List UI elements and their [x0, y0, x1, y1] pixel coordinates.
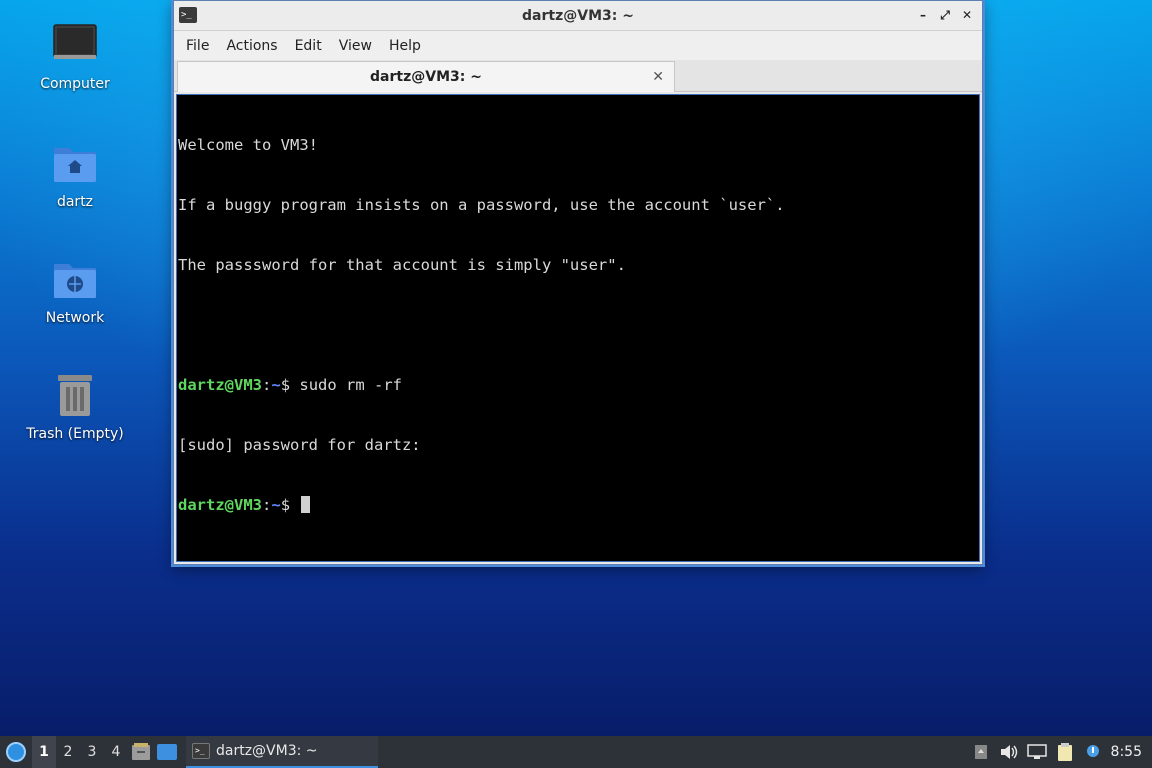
workspace-4[interactable]: 4	[104, 736, 128, 768]
desktop-icon-home[interactable]: dartz	[20, 140, 130, 210]
file-manager-icon	[132, 743, 150, 760]
menu-help[interactable]: Help	[383, 34, 427, 58]
start-menu-button[interactable]	[0, 736, 32, 768]
terminal-command: sudo rm -rf	[299, 376, 403, 394]
tab-terminal[interactable]: dartz@VM3: ~ ✕	[177, 61, 675, 92]
workspace-2[interactable]: 2	[56, 736, 80, 768]
prompt-symbol: $	[280, 496, 300, 514]
menu-view[interactable]: View	[333, 34, 378, 58]
desktop-icon-trash[interactable]: Trash (Empty)	[20, 372, 130, 442]
prompt-separator: :	[262, 376, 272, 394]
terminal-line: Welcome to VM3!	[178, 136, 318, 154]
taskbar: 1 2 3 4 >_ dartz@VM3: ~ 8:55	[0, 736, 1152, 768]
terminal-line: The passsword for that account is simply…	[178, 256, 626, 274]
prompt-path: ~	[271, 376, 281, 394]
tab-close-icon[interactable]: ✕	[652, 69, 664, 85]
terminal-command-line: dartz@VM3:~$ sudo rm -rf	[178, 375, 979, 395]
notification-icon[interactable]	[1079, 736, 1107, 768]
desktop-icon-label: Trash (Empty)	[26, 426, 124, 442]
tray-arrow-icon[interactable]	[967, 736, 995, 768]
network-status-icon[interactable]	[1023, 736, 1051, 768]
workspace-1[interactable]: 1	[32, 736, 56, 768]
desktop-icon	[157, 744, 177, 760]
prompt-symbol: $	[280, 376, 300, 394]
file-manager-launcher[interactable]	[128, 736, 154, 768]
distro-logo-icon	[6, 742, 26, 762]
tab-label: dartz@VM3: ~	[370, 69, 482, 85]
prompt-path: ~	[271, 496, 281, 514]
home-folder-icon	[51, 140, 99, 188]
terminal-window[interactable]: >_ dartz@VM3: ~ – ⤢ ✕ File Actions Edit …	[173, 0, 983, 565]
window-titlebar[interactable]: >_ dartz@VM3: ~ – ⤢ ✕	[174, 1, 982, 31]
network-folder-icon	[51, 256, 99, 304]
terminal-cursor	[301, 496, 311, 513]
task-label: dartz@VM3: ~	[216, 743, 318, 759]
menu-file[interactable]: File	[180, 34, 215, 58]
terminal-icon: >_	[179, 7, 197, 23]
tab-bar: dartz@VM3: ~ ✕	[174, 60, 982, 92]
computer-icon	[51, 22, 99, 70]
prompt-user: dartz@VM3	[178, 376, 262, 394]
workspace-3[interactable]: 3	[80, 736, 104, 768]
prompt-separator: :	[262, 496, 272, 514]
taskbar-task-terminal[interactable]: >_ dartz@VM3: ~	[186, 736, 378, 768]
clipboard-icon[interactable]	[1051, 736, 1079, 768]
prompt-user: dartz@VM3	[178, 496, 262, 514]
show-desktop-button[interactable]	[154, 736, 180, 768]
terminal-input-line[interactable]: dartz@VM3:~$	[178, 495, 979, 515]
clock[interactable]: 8:55	[1107, 744, 1152, 760]
desktop-icon-label: dartz	[56, 194, 94, 210]
trash-icon	[51, 372, 99, 420]
minimize-button[interactable]: –	[914, 6, 932, 24]
terminal-output[interactable]: Welcome to VM3! If a buggy program insis…	[176, 94, 980, 562]
system-tray: 8:55	[967, 736, 1152, 768]
menu-bar: File Actions Edit View Help	[174, 31, 982, 60]
desktop-icon-network[interactable]: Network	[20, 256, 130, 326]
desktop-icon-label: Network	[45, 310, 105, 326]
menu-edit[interactable]: Edit	[289, 34, 328, 58]
maximize-button[interactable]: ⤢	[936, 6, 954, 24]
desktop-icon-label: Computer	[40, 76, 110, 92]
sudo-password-prompt: [sudo] password for dartz:	[178, 436, 421, 454]
window-title: dartz@VM3: ~	[522, 7, 634, 24]
terminal-line: If a buggy program insists on a password…	[178, 196, 785, 214]
terminal-icon: >_	[192, 743, 210, 759]
desktop-icon-computer[interactable]: Computer	[20, 22, 130, 92]
volume-icon[interactable]	[995, 736, 1023, 768]
menu-actions[interactable]: Actions	[220, 34, 283, 58]
close-button[interactable]: ✕	[958, 6, 976, 24]
